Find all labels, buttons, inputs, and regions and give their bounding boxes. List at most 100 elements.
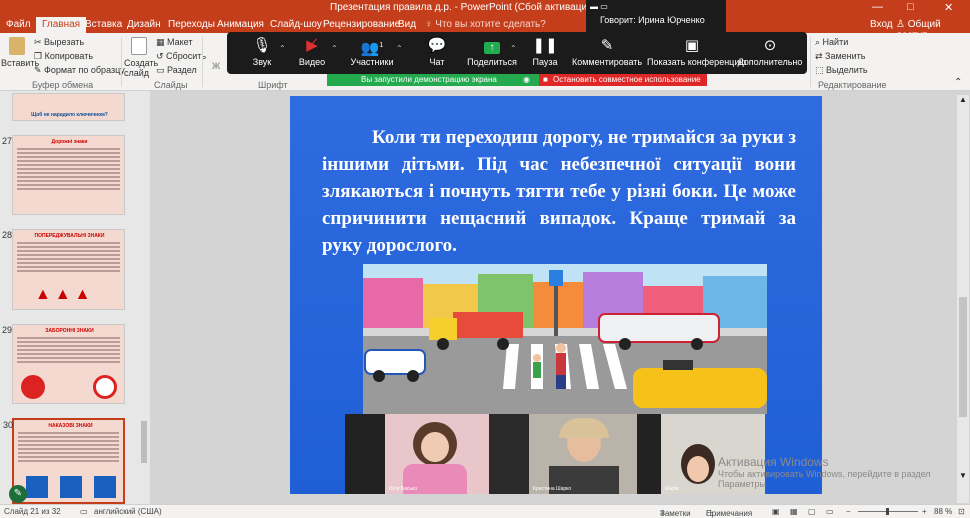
slide-thumbnail-text <box>17 242 120 274</box>
font-group-label: Шрифт <box>258 80 288 90</box>
share-status-bar: Вы запустили демонстрацию экрана ◉ ■ Ост… <box>327 74 707 86</box>
pause-icon: ❚❚ <box>532 37 558 54</box>
slide-thumbnail-selected[interactable]: 30 НАКАЗОВІ ЗНАКИ <box>3 418 125 504</box>
slideshow-view-icon[interactable]: ▭ <box>826 507 834 516</box>
thumbnail-scrollbar[interactable] <box>140 95 148 500</box>
layout-button[interactable]: ▦ Макет <box>156 37 193 48</box>
copy-icon: ❐ <box>34 51 45 61</box>
share-screen-icon: ↑ <box>484 42 500 54</box>
tab-view[interactable]: Вид <box>398 19 416 30</box>
tab-slideshow[interactable]: Слайд-шоу <box>270 19 322 30</box>
slide-thumbnail[interactable]: 27 Дорожні знаки <box>2 135 125 215</box>
normal-view-icon[interactable]: ▣ <box>772 507 780 516</box>
scroll-up-icon[interactable]: ▲ <box>959 95 967 104</box>
reading-view-icon[interactable]: ▢ <box>808 507 816 516</box>
show-meeting-button[interactable]: ▣ Показать конференцию <box>647 36 746 68</box>
person-icon: ♙ <box>896 19 908 30</box>
section-button[interactable]: ▭ Раздел <box>156 65 197 76</box>
fit-slide-icon[interactable]: ⊡ <box>958 507 965 516</box>
participant-face <box>421 432 449 462</box>
reset-button[interactable]: ↺ Сбросить <box>156 51 206 62</box>
close-button[interactable]: ✕ <box>944 1 953 14</box>
active-speaker-panel: ▬ ▭ Говорит: Ирина Юрченко <box>586 0 726 32</box>
collapse-ribbon-icon[interactable]: ⌃ <box>954 77 962 88</box>
tab-home[interactable]: Главная <box>36 17 87 33</box>
replace-icon: ⇄ <box>815 51 826 61</box>
more-icon: ⊙ <box>763 37 777 54</box>
ribbon-divider <box>202 37 203 87</box>
format-painter-button[interactable]: ✎ Формат по образцу <box>34 65 125 76</box>
select-button[interactable]: ⬚ Выделить <box>815 65 868 76</box>
cursor-icon: ⬚ <box>815 65 827 75</box>
more-button[interactable]: ⊙ Дополнительно <box>735 36 805 68</box>
video-tile[interactable]: Юля Басько <box>385 414 489 494</box>
tell-me-search[interactable]: ♀ Что вы хотите сделать? <box>425 19 546 30</box>
bus-sign-icon <box>94 476 116 498</box>
slide-thumbnail[interactable]: Щоб не нарадило ключичном? <box>12 93 125 121</box>
participant-count-badge: 1 <box>379 42 384 49</box>
maximize-button[interactable]: □ <box>907 1 914 13</box>
scrollbar-thumb[interactable] <box>141 421 147 463</box>
participant-name: Юля Басько <box>389 486 418 492</box>
tab-insert[interactable]: Вставка <box>85 19 122 30</box>
zoom-out-button[interactable]: − <box>846 507 851 516</box>
sign-in-link[interactable]: Вход <box>870 19 893 30</box>
tab-file[interactable]: Файл <box>6 19 31 30</box>
slide-scrollbar[interactable]: ▲ ▼ <box>957 95 969 503</box>
shield-icon: ◉ <box>523 75 530 84</box>
slide-thumbnail[interactable]: 29 ЗАБОРОННІ ЗНАКИ <box>2 324 125 404</box>
reset-icon: ↺ <box>156 51 167 61</box>
spellcheck-icon[interactable]: ▭ <box>80 507 88 516</box>
video-gallery: Юля Басько Кристина Шарко Марія <box>345 414 765 494</box>
participant-name: Марія <box>665 486 679 492</box>
active-speaker-label: Говорит: Ирина Юрченко <box>600 15 705 25</box>
show-meeting-icon: ▣ <box>684 37 700 54</box>
zoom-slider-thumb[interactable] <box>886 508 889 515</box>
slide-thumbnail-text <box>17 337 120 365</box>
zoom-level[interactable]: 88 % <box>934 507 952 516</box>
tab-transitions[interactable]: Переходы <box>168 19 215 30</box>
video-tile[interactable]: Кристина Шарко <box>529 414 637 494</box>
find-button[interactable]: ⌕ Найти <box>815 37 848 48</box>
stop-icon: ■ <box>543 75 548 84</box>
tab-review[interactable]: Рецензирование <box>323 19 400 30</box>
zoom-in-button[interactable]: + <box>922 507 927 516</box>
video-tile-blank <box>637 414 661 494</box>
video-tile-blank <box>489 414 529 494</box>
scroll-down-icon[interactable]: ▼ <box>959 471 967 480</box>
clipboard-group-label: Буфер обмена <box>32 80 94 90</box>
title-bar: Презентация правила д.р. - PowerPoint (С… <box>0 0 970 17</box>
paste-icon <box>9 37 25 55</box>
cut-button[interactable]: ✂ Вырезать <box>34 37 84 48</box>
annotate-pen-icon[interactable]: ✎ <box>9 485 27 503</box>
stop-share-button[interactable]: ■ Остановить совместное использование <box>539 74 707 86</box>
annotate-button[interactable]: ✎ Комментировать <box>572 36 642 68</box>
lightbulb-icon: ♀ <box>425 19 436 30</box>
screen-icon: ▬ ▭ <box>590 2 608 11</box>
bold-button[interactable]: Ж <box>212 61 220 71</box>
status-bar: Слайд 21 из 32 ▭ английский (США) ≡ Заме… <box>0 504 970 518</box>
zoom-toolbar: 🎙 Звук ⌃ ▶̸ Видео ⌃ 👥1 Участники ⌃ 💬 Чат… <box>227 32 807 74</box>
ribbon-divider <box>810 37 811 87</box>
language-indicator[interactable]: английский (США) <box>94 507 162 516</box>
participant-face <box>687 456 709 482</box>
replace-button[interactable]: ⇄ Заменить <box>815 51 866 62</box>
search-icon: ⌕ <box>815 37 823 47</box>
slide-counter: Слайд 21 из 32 <box>4 507 61 516</box>
scrollbar-thumb[interactable] <box>959 297 967 417</box>
pause-share-button[interactable]: ❚❚ Пауза <box>510 36 580 68</box>
tab-animation[interactable]: Анимация <box>217 19 264 30</box>
copy-button[interactable]: ❐ Копировать <box>34 51 93 62</box>
window-title: Презентация правила д.р. - PowerPoint (С… <box>330 2 618 13</box>
minimize-button[interactable]: — <box>872 1 883 13</box>
new-slide-button[interactable]: Создать слайд <box>124 58 158 78</box>
annotate-icon: ✎ <box>600 37 614 54</box>
slide-thumbnail-text <box>18 432 119 464</box>
pedestrian-sign-icon <box>26 476 48 498</box>
section-icon: ▭ <box>156 65 168 75</box>
slide-sorter-icon[interactable]: ▦ <box>790 507 798 516</box>
ribbon-tabs: Файл Главная Вставка Дизайн Переходы Ани… <box>0 17 970 41</box>
slide-thumbnail[interactable]: 28 ПОПЕРЕДЖУВАЛЬНІ ЗНАКИ ▲▲▲ <box>2 229 125 310</box>
participant-name: Кристина Шарко <box>533 486 572 492</box>
tab-design[interactable]: Дизайн <box>127 19 161 30</box>
